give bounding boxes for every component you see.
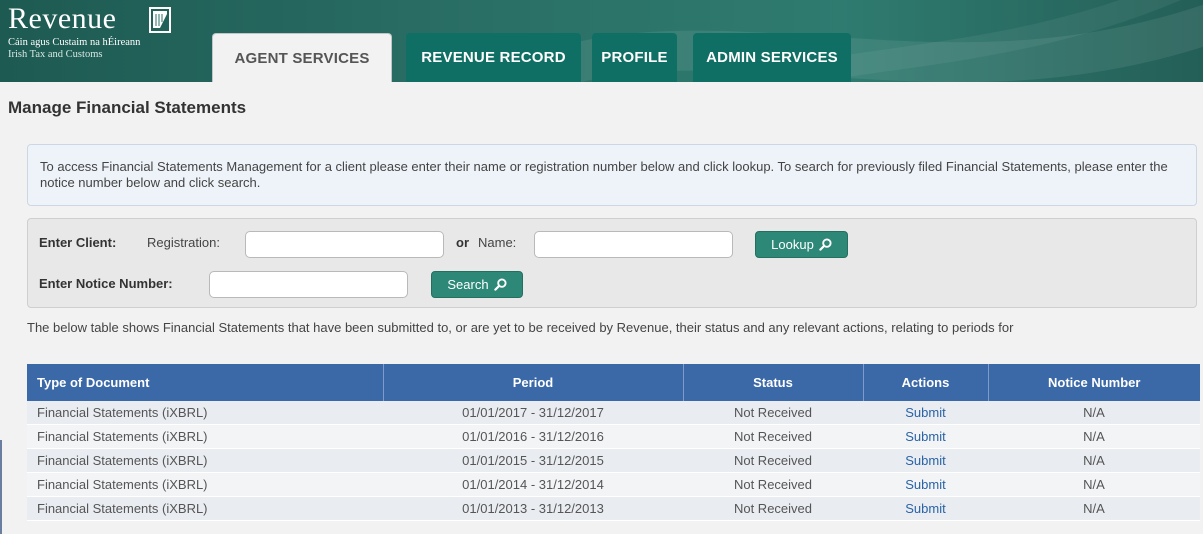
cell-period: 01/01/2015 - 31/12/2015	[383, 448, 683, 473]
cell-period: 01/01/2017 - 31/12/2017	[383, 401, 683, 425]
or-label: or	[456, 235, 469, 250]
cell-status: Not Received	[683, 472, 863, 497]
cell-document-type: Financial Statements (iXBRL)	[27, 448, 383, 473]
lookup-button[interactable]: Lookup	[755, 231, 848, 258]
lookup-button-label: Lookup	[771, 237, 814, 252]
cell-document-type: Financial Statements (iXBRL)	[27, 472, 383, 497]
table-header-row: Type of Document Period Status Actions N…	[27, 364, 1200, 401]
page-title: Manage Financial Statements	[8, 98, 247, 117]
tab-admin-services[interactable]: ADMIN SERVICES	[693, 33, 851, 82]
cell-notice-number: N/A	[988, 448, 1200, 473]
cell-notice-number: N/A	[988, 424, 1200, 449]
harp-icon	[149, 7, 171, 33]
tab-revenue-record[interactable]: REVENUE RECORD	[406, 33, 581, 82]
cell-period: 01/01/2016 - 31/12/2016	[383, 424, 683, 449]
col-notice-number[interactable]: Notice Number	[988, 364, 1200, 401]
brand-subtitle-english: Irish Tax and Customs	[8, 49, 103, 60]
cell-period: 01/01/2013 - 31/12/2013	[383, 496, 683, 521]
submit-link[interactable]: Submit	[863, 472, 988, 497]
cell-status: Not Received	[683, 424, 863, 449]
cell-document-type: Financial Statements (iXBRL)	[27, 401, 383, 425]
search-panel: Enter Client: Registration: or Name: Loo…	[27, 218, 1197, 308]
main-content: Manage Financial Statements To access Fi…	[0, 82, 1203, 534]
name-label: Name:	[478, 235, 517, 250]
table-description: The below table shows Financial Statemen…	[27, 320, 1014, 335]
cell-status: Not Received	[683, 448, 863, 473]
search-icon	[493, 278, 507, 291]
registration-input[interactable]	[245, 231, 444, 258]
submit-link[interactable]: Submit	[863, 496, 988, 521]
col-actions[interactable]: Actions	[863, 364, 989, 401]
left-edge-divider	[0, 440, 2, 534]
tab-profile[interactable]: PROFILE	[592, 33, 677, 82]
cell-document-type: Financial Statements (iXBRL)	[27, 496, 383, 521]
info-text: To access Financial Statements Managemen…	[40, 159, 1168, 190]
search-icon	[819, 238, 832, 251]
cell-status: Not Received	[683, 401, 863, 425]
brand-name: Revenue	[8, 2, 117, 35]
col-type-of-document[interactable]: Type of Document	[27, 364, 384, 401]
table-row: Financial Statements (iXBRL) 01/01/2016 …	[27, 424, 1200, 449]
tab-agent-services[interactable]: AGENT SERVICES	[212, 33, 392, 82]
financial-statements-table: Type of Document Period Status Actions N…	[27, 364, 1200, 521]
info-box: To access Financial Statements Managemen…	[27, 144, 1197, 206]
site-header: Revenue Cáin agus Custaim na hÉireann Ir…	[0, 0, 1203, 82]
col-status[interactable]: Status	[683, 364, 864, 401]
brand-subtitle-irish: Cáin agus Custaim na hÉireann	[8, 37, 141, 48]
name-input[interactable]	[534, 231, 733, 258]
table-row: Financial Statements (iXBRL) 01/01/2015 …	[27, 448, 1200, 473]
submit-link[interactable]: Submit	[863, 424, 988, 449]
submit-link[interactable]: Submit	[863, 401, 988, 425]
registration-label: Registration:	[147, 235, 220, 250]
table-row: Financial Statements (iXBRL) 01/01/2014 …	[27, 472, 1200, 497]
revenue-logo[interactable]: Revenue Cáin agus Custaim na hÉireann Ir…	[8, 2, 171, 61]
cell-document-type: Financial Statements (iXBRL)	[27, 424, 383, 449]
table-row: Financial Statements (iXBRL) 01/01/2017 …	[27, 401, 1200, 425]
submit-link[interactable]: Submit	[863, 448, 988, 473]
cell-notice-number: N/A	[988, 496, 1200, 521]
col-period[interactable]: Period	[383, 364, 684, 401]
table-row: Financial Statements (iXBRL) 01/01/2013 …	[27, 496, 1200, 521]
notice-number-input[interactable]	[209, 271, 408, 298]
search-button[interactable]: Search	[431, 271, 523, 298]
enter-notice-number-label: Enter Notice Number:	[39, 276, 173, 291]
search-button-label: Search	[447, 277, 489, 292]
cell-period: 01/01/2014 - 31/12/2014	[383, 472, 683, 497]
cell-notice-number: N/A	[988, 401, 1200, 425]
enter-client-label: Enter Client:	[39, 235, 117, 250]
cell-status: Not Received	[683, 496, 863, 521]
cell-notice-number: N/A	[988, 472, 1200, 497]
